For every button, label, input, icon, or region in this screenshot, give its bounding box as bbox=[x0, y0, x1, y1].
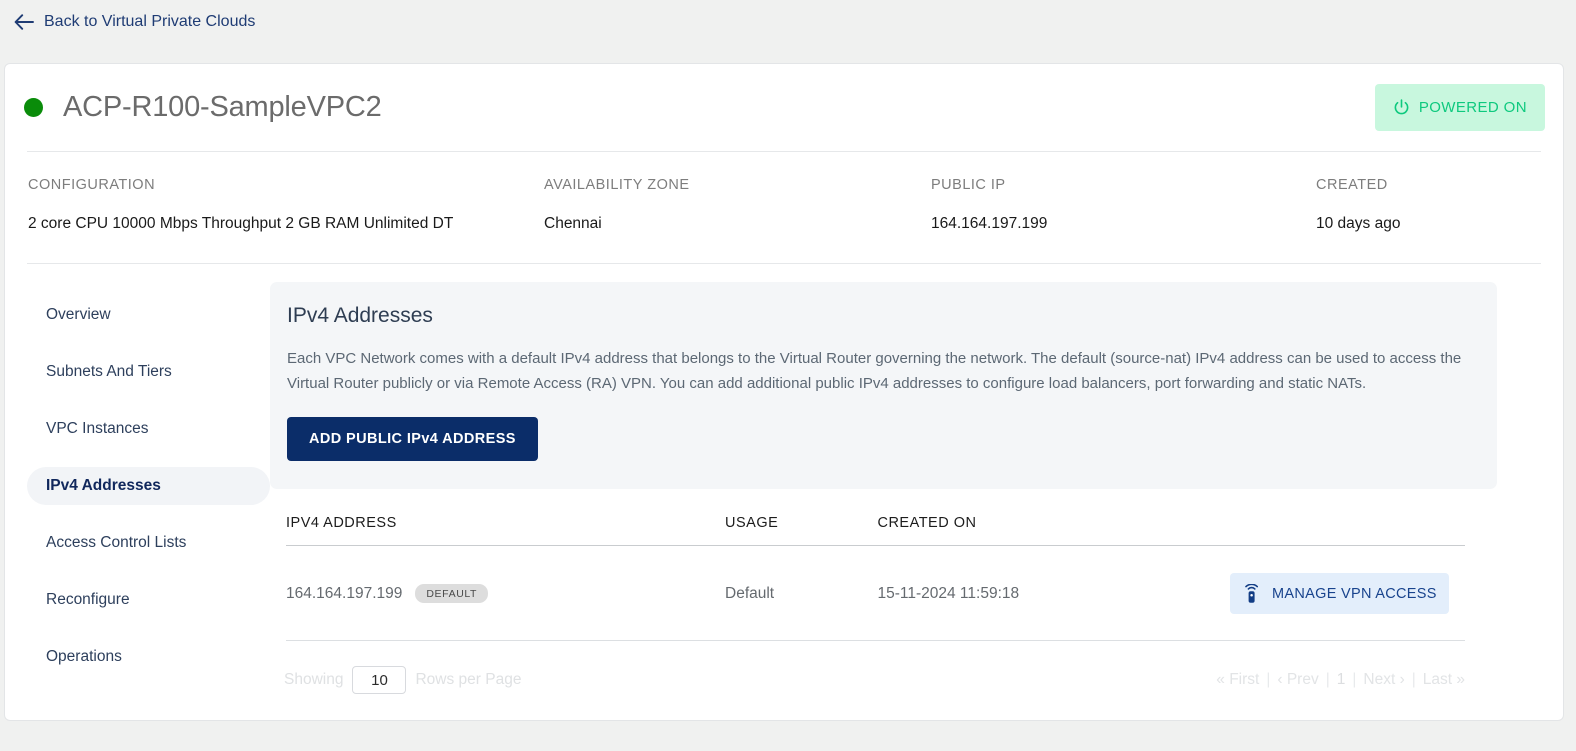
meta-value: 2 core CPU 10000 Mbps Throughput 2 GB RA… bbox=[28, 215, 454, 232]
sidebar-item-reconfigure[interactable]: Reconfigure bbox=[27, 581, 270, 619]
pagination-separator: | bbox=[1411, 671, 1416, 688]
cell-ipv4-address: 164.164.197.199 DEFAULT bbox=[286, 545, 725, 641]
sidebar-item-operations[interactable]: Operations bbox=[27, 638, 270, 676]
back-bar: Back to Virtual Private Clouds bbox=[0, 0, 1576, 43]
meta-label: CONFIGURATION bbox=[28, 177, 156, 193]
section-nav: Overview Subnets And Tiers VPC Instances… bbox=[5, 282, 270, 695]
cell-usage: Default bbox=[725, 545, 878, 641]
power-status-label: POWERED ON bbox=[1418, 99, 1527, 116]
meta-availability-zone: AVAILABILITY ZONE Chennai bbox=[521, 177, 908, 263]
pagination-separator: | bbox=[1352, 671, 1357, 688]
manage-vpn-access-label: MANAGE VPN ACCESS bbox=[1272, 585, 1437, 602]
sidebar-item-overview[interactable]: Overview bbox=[27, 296, 270, 334]
column-header-ipv4-address: IPV4 ADDRESS bbox=[286, 515, 725, 546]
panel-title: IPv4 Addresses bbox=[287, 304, 433, 327]
panel-description: Each VPC Network comes with a default IP… bbox=[287, 350, 1462, 392]
pagination-last[interactable]: Last » bbox=[1423, 671, 1465, 689]
sidebar-item-vpc-instances[interactable]: VPC Instances bbox=[27, 410, 270, 448]
sidebar-item-label: Subnets And Tiers bbox=[46, 363, 172, 380]
meta-label: CREATED bbox=[1316, 177, 1388, 193]
cell-actions: MANAGE VPN ACCESS bbox=[1230, 545, 1465, 641]
sidebar-item-access-control-lists[interactable]: Access Control Lists bbox=[27, 524, 270, 562]
status-badge: DEFAULT bbox=[415, 584, 489, 603]
manage-vpn-access-button[interactable]: MANAGE VPN ACCESS bbox=[1230, 573, 1450, 614]
pagination-separator: | bbox=[1266, 671, 1271, 688]
meta-created: CREATED 10 days ago bbox=[1293, 177, 1543, 263]
meta-label: AVAILABILITY ZONE bbox=[544, 177, 690, 193]
card-header: ACP-R100-SampleVPC2 POWERED ON bbox=[5, 64, 1563, 151]
vpn-router-icon bbox=[1245, 583, 1259, 603]
table-header-row: IPV4 ADDRESS USAGE CREATED ON bbox=[286, 515, 1465, 546]
sidebar-item-label: Reconfigure bbox=[46, 591, 130, 608]
add-public-ipv4-address-button[interactable]: ADD PUBLIC IPv4 ADDRESS bbox=[287, 417, 538, 461]
showing-label: Showing bbox=[284, 671, 344, 688]
main-content: IPv4 Addresses Each VPC Network comes wi… bbox=[270, 282, 1563, 695]
pagination-bar: Showing Rows per Page « First | ‹ Prev |… bbox=[270, 641, 1465, 694]
power-icon bbox=[1394, 99, 1409, 115]
power-status-badge[interactable]: POWERED ON bbox=[1374, 84, 1545, 131]
back-to-vpc-link[interactable]: Back to Virtual Private Clouds bbox=[14, 13, 255, 31]
pagination-first[interactable]: « First bbox=[1216, 671, 1259, 689]
sidebar-item-label: Operations bbox=[46, 648, 122, 665]
meta-configuration: CONFIGURATION 2 core CPU 10000 Mbps Thro… bbox=[5, 177, 521, 263]
cell-created-on: 15-11-2024 11:59:18 bbox=[877, 545, 1231, 641]
rows-per-page-label: Rows per Page bbox=[415, 671, 522, 688]
ipv4-info-panel: IPv4 Addresses Each VPC Network comes wi… bbox=[270, 282, 1497, 489]
page-title: ACP-R100-SampleVPC2 bbox=[63, 91, 382, 123]
sidebar-item-ipv4-addresses[interactable]: IPv4 Addresses bbox=[27, 467, 270, 505]
pagination-separator: | bbox=[1325, 671, 1330, 688]
column-header-usage: USAGE bbox=[725, 515, 878, 546]
ipv4-table: IPV4 ADDRESS USAGE CREATED ON 164.164.19… bbox=[270, 489, 1465, 641]
pagination-next[interactable]: Next › bbox=[1363, 671, 1404, 689]
meta-value: 164.164.197.199 bbox=[931, 215, 1048, 232]
sidebar-item-label: IPv4 Addresses bbox=[46, 477, 161, 494]
sidebar-item-label: Overview bbox=[46, 306, 111, 323]
vpc-detail-card: ACP-R100-SampleVPC2 POWERED ON CONFIGURA… bbox=[4, 63, 1564, 721]
back-link-label: Back to Virtual Private Clouds bbox=[44, 12, 256, 30]
meta-value: 10 days ago bbox=[1316, 215, 1401, 232]
column-header-created-on: CREATED ON bbox=[877, 515, 1231, 546]
sidebar-item-subnets-and-tiers[interactable]: Subnets And Tiers bbox=[27, 353, 270, 391]
sidebar-item-label: Access Control Lists bbox=[46, 534, 187, 551]
meta-value: Chennai bbox=[544, 215, 602, 232]
table-row: 164.164.197.199 DEFAULT Default 15-11-20… bbox=[286, 545, 1465, 641]
ipv4-address-value: 164.164.197.199 bbox=[286, 584, 403, 602]
rows-per-page-control: Showing Rows per Page bbox=[284, 666, 521, 694]
pagination-controls: « First | ‹ Prev | 1 | Next › | Last » bbox=[1216, 671, 1465, 689]
status-dot-icon bbox=[24, 98, 43, 117]
card-body: Overview Subnets And Tiers VPC Instances… bbox=[5, 264, 1563, 695]
arrow-left-icon bbox=[14, 13, 34, 30]
rows-per-page-input[interactable] bbox=[352, 666, 407, 694]
pagination-prev[interactable]: ‹ Prev bbox=[1277, 671, 1318, 689]
pagination-current-page[interactable]: 1 bbox=[1337, 671, 1346, 689]
sidebar-item-label: VPC Instances bbox=[46, 420, 149, 437]
meta-public-ip: PUBLIC IP 164.164.197.199 bbox=[908, 177, 1293, 263]
meta-row: CONFIGURATION 2 core CPU 10000 Mbps Thro… bbox=[5, 152, 1563, 263]
meta-label: PUBLIC IP bbox=[931, 177, 1006, 193]
column-header-actions bbox=[1230, 515, 1465, 546]
